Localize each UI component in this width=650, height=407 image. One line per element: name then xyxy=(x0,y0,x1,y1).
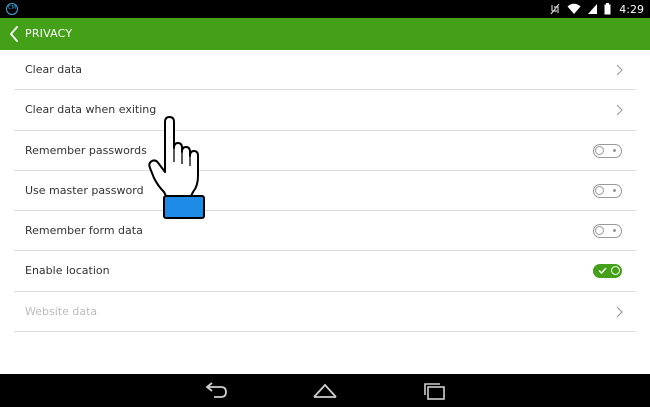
wifi-icon xyxy=(567,3,581,14)
enable-location-toggle[interactable] xyxy=(593,264,622,279)
setting-label: Website data xyxy=(25,304,98,318)
setting-use-master-password[interactable]: Use master password xyxy=(14,171,636,212)
status-time: 4:29 xyxy=(619,2,644,16)
setting-label: Enable location xyxy=(25,264,110,278)
signal-icon xyxy=(588,4,598,14)
navigation-bar xyxy=(0,374,650,407)
toggle-off-indicator xyxy=(613,188,616,192)
remember-form-data-toggle[interactable] xyxy=(593,224,622,239)
pointing-hand-icon xyxy=(148,116,205,219)
muted-icon xyxy=(550,3,560,15)
page-title: PRIVACY xyxy=(25,27,73,40)
status-icons: 4:29 xyxy=(549,1,644,17)
browser-notification-icon: CM xyxy=(6,3,18,15)
back-arrow-icon[interactable] xyxy=(9,26,19,42)
nav-recent-apps-icon[interactable] xyxy=(422,380,448,400)
toggle-off-indicator xyxy=(613,148,616,152)
remember-passwords-toggle[interactable] xyxy=(593,143,622,158)
setting-label: Remember form data xyxy=(25,224,143,238)
use-master-password-toggle[interactable] xyxy=(593,183,622,198)
setting-label: Clear data xyxy=(25,63,83,76)
setting-clear-data-when-exiting[interactable]: Clear data when exiting xyxy=(14,90,636,131)
setting-enable-location[interactable]: Enable location xyxy=(14,251,636,292)
battery-icon xyxy=(604,3,611,15)
setting-remember-passwords[interactable]: Remember passwords xyxy=(14,131,636,171)
toggle-knob xyxy=(611,266,620,276)
app-bar: PRIVACY xyxy=(0,18,650,50)
toggle-knob xyxy=(595,145,604,155)
chevron-right-icon xyxy=(616,306,623,318)
toggle-knob xyxy=(595,185,604,195)
check-icon xyxy=(598,268,607,275)
nav-back-icon[interactable] xyxy=(203,380,229,400)
setting-label: Clear data when exiting xyxy=(25,103,157,117)
setting-label: Use master password xyxy=(25,183,144,197)
chevron-right-icon xyxy=(616,64,623,76)
setting-website-data[interactable]: Website data xyxy=(14,292,636,333)
toggle-off-indicator xyxy=(613,229,616,233)
nav-home-icon[interactable] xyxy=(312,380,338,400)
settings-content: Clear data Clear data when exiting Remem… xyxy=(0,50,650,374)
setting-remember-form-data[interactable]: Remember form data xyxy=(14,211,636,252)
status-bar: CM 4:29 xyxy=(0,0,650,18)
setting-clear-data[interactable]: Clear data xyxy=(14,50,636,91)
chevron-right-icon xyxy=(616,104,623,116)
setting-label: Remember passwords xyxy=(25,143,147,157)
toggle-knob xyxy=(595,226,604,236)
settings-list: Clear data Clear data when exiting Remem… xyxy=(14,50,636,333)
